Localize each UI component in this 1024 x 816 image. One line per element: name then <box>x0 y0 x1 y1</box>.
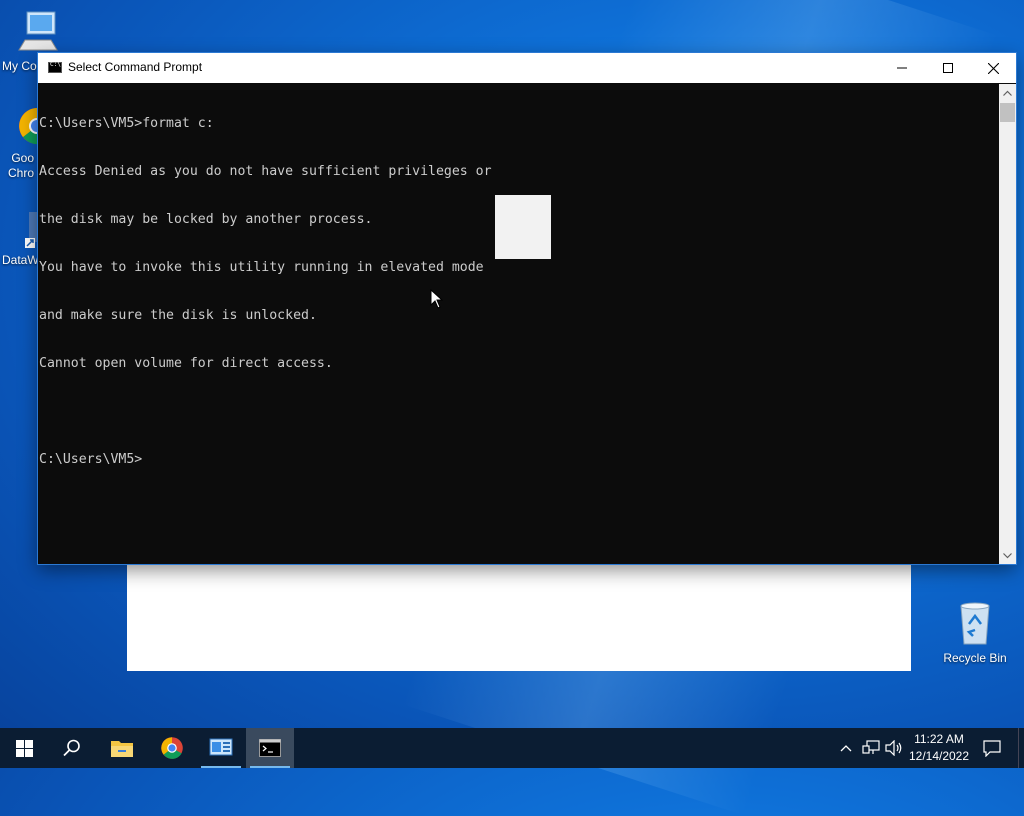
chevron-up-icon <box>1003 90 1012 96</box>
desktop-icon-recycle-bin[interactable]: Recycle Bin <box>940 600 1010 666</box>
window-title: Select Command Prompt <box>68 60 203 74</box>
console-output[interactable]: C:\Users\VM5>format c: Access Denied as … <box>39 84 997 562</box>
network-icon <box>862 740 880 754</box>
maximize-icon <box>943 63 953 73</box>
taskbar-file-explorer[interactable] <box>98 728 146 768</box>
file-explorer-icon <box>111 741 133 757</box>
vertical-scrollbar[interactable] <box>999 84 1016 564</box>
console-line: Access Denied as you do not have suffici… <box>39 164 492 179</box>
scrollbar-thumb[interactable] <box>1000 103 1015 122</box>
scroll-down-button[interactable] <box>999 547 1016 564</box>
clock-time: 11:22 AM <box>914 732 964 746</box>
console-line: You have to invoke this utility running … <box>39 260 484 275</box>
taskbar-clock[interactable]: 11:22 AM 12/14/2022 <box>904 731 974 765</box>
command-prompt-icon <box>259 739 281 757</box>
clock-date: 12/14/2022 <box>908 749 970 763</box>
show-hidden-icons-button[interactable] <box>836 728 856 768</box>
start-button[interactable] <box>0 728 48 768</box>
command-prompt-icon <box>48 61 62 73</box>
command-prompt-window[interactable]: Select Command Prompt C:\Users\VM5>forma… <box>38 53 1016 564</box>
close-icon <box>987 62 999 74</box>
maximize-button[interactable] <box>925 53 971 83</box>
desktop-icon-label: Recycle Bin <box>943 651 1007 665</box>
mouse-cursor-icon <box>430 289 444 309</box>
console-line: Cannot open volume for direct access. <box>39 356 333 371</box>
computer-icon <box>18 11 58 51</box>
control-panel-icon <box>209 738 233 756</box>
volume-tray-button[interactable] <box>883 728 905 768</box>
taskbar-command-prompt[interactable] <box>246 728 294 768</box>
action-center-button[interactable] <box>978 728 1006 768</box>
scroll-up-button[interactable] <box>999 84 1016 101</box>
taskbar-chrome[interactable] <box>148 728 196 768</box>
background-window <box>127 560 911 671</box>
speaker-icon <box>885 740 902 756</box>
chevron-up-icon <box>840 744 852 751</box>
console-line: C:\Users\VM5>format c: <box>39 116 214 131</box>
window-titlebar[interactable]: Select Command Prompt <box>38 53 1016 83</box>
notification-icon <box>983 739 1001 757</box>
windows-start-icon <box>15 739 33 757</box>
show-desktop-button[interactable] <box>1018 728 1024 768</box>
search-icon <box>63 739 80 757</box>
taskbar-control-panel[interactable] <box>197 728 245 768</box>
recycle-bin-icon <box>960 602 990 645</box>
network-tray-button[interactable] <box>860 728 882 768</box>
console-prompt[interactable]: C:\Users\VM5> <box>39 452 997 468</box>
close-button[interactable] <box>970 53 1016 83</box>
taskbar: 11:22 AM 12/14/2022 <box>0 728 1024 768</box>
chrome-icon <box>161 737 183 759</box>
search-button[interactable] <box>48 728 96 768</box>
chevron-down-icon <box>1003 552 1012 558</box>
minimize-button[interactable] <box>879 53 925 83</box>
console-line: and make sure the disk is unlocked. <box>39 308 317 323</box>
minimize-icon <box>897 67 907 69</box>
overlay-square <box>495 195 551 259</box>
